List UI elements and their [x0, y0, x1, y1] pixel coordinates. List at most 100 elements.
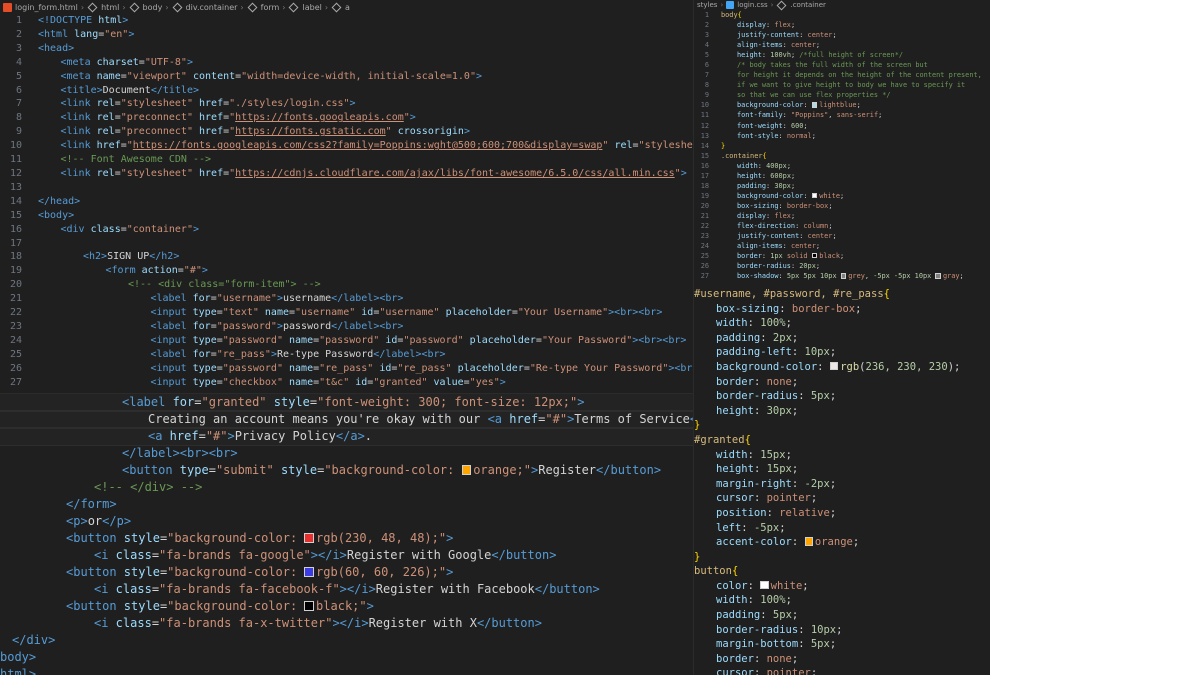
code-line[interactable]: 5 <meta name="viewport" content="width=de…	[0, 70, 693, 84]
code-line[interactable]: 13	[0, 181, 693, 195]
code-line[interactable]: body>	[0, 649, 693, 666]
code-line[interactable]: 27 box-shadow: 5px 5px 10px grey, -5px -5…	[694, 271, 990, 281]
code-line[interactable]: <label for="granted" style="font-weight:…	[0, 394, 693, 412]
code-line[interactable]: 11 font-family: "Poppins", sans-serif;	[694, 110, 990, 120]
code-line[interactable]: 6 /* body takes the full width of the scr…	[694, 60, 990, 70]
code-line[interactable]: </form>	[0, 496, 693, 513]
code-line[interactable]: 10 <link href="https://fonts.googleapis.c…	[0, 139, 693, 153]
code-line[interactable]: cursor: pointer;	[694, 491, 990, 506]
code-line[interactable]: <button type="submit" style="background-…	[0, 462, 693, 479]
breadcrumb-item[interactable]: div.container	[186, 3, 238, 12]
code-line[interactable]: left: -5px;	[694, 521, 990, 536]
html-code-bottom[interactable]: <label for="granted" style="font-weight:…	[0, 394, 693, 675]
code-line[interactable]: 8 if we want to give height to body we ha…	[694, 80, 990, 90]
css-code-top[interactable]: 1 body{2 display: flex; 3 justify-content: c…	[694, 10, 990, 281]
code-line[interactable]: 26 <input type="password" name="re_pass" …	[0, 362, 693, 376]
code-line[interactable]: 1 body{	[694, 10, 990, 20]
code-line[interactable]: height: 15px;	[694, 462, 990, 477]
breadcrumb-item[interactable]: a	[345, 3, 350, 12]
code-line[interactable]: 21 display: flex;	[694, 211, 990, 221]
code-line[interactable]: 19 <form action="#">	[0, 264, 693, 278]
code-line[interactable]: 15 .container{	[694, 151, 990, 161]
code-line[interactable]: 14}	[694, 141, 990, 151]
code-line[interactable]: 17	[0, 237, 693, 251]
color-swatch[interactable]	[811, 252, 818, 259]
code-line[interactable]: border: none;	[694, 375, 990, 390]
code-line[interactable]: 2 <html lang="en">	[0, 28, 693, 42]
breadcrumb-item[interactable]: login_form.html	[15, 3, 78, 12]
code-line[interactable]: 18 <h2>SIGN UP</h2>	[0, 250, 693, 264]
code-line[interactable]: html>	[0, 666, 693, 675]
code-line[interactable]: 20 box-sizing: border-box;	[694, 201, 990, 211]
code-line[interactable]: </label><br><br>	[0, 445, 693, 462]
code-line[interactable]: 17 height: 600px;	[694, 171, 990, 181]
code-line[interactable]: }	[694, 418, 990, 433]
code-line[interactable]: 11 <!-- Font Awesome CDN -->	[0, 153, 693, 167]
html-editor-bottom[interactable]: <label for="granted" style="font-weight:…	[0, 393, 693, 675]
code-line[interactable]: 8 <link rel="preconnect" href="https://fo…	[0, 111, 693, 125]
code-line[interactable]: 21 <label for="username">username</label>…	[0, 292, 693, 306]
code-token[interactable]: https://fonts.googleapis.com/css2?family…	[133, 140, 603, 151]
code-token[interactable]: https://fonts.gstatic.com	[235, 126, 386, 137]
code-line[interactable]: border: none;	[694, 652, 990, 667]
code-line[interactable]: 12 font-weight: 600;	[694, 121, 990, 131]
color-swatch[interactable]	[304, 601, 315, 611]
code-line[interactable]: <i class="fa-brands fa-x-twitter"></i>Re…	[0, 615, 693, 632]
code-line[interactable]: 15 <body>	[0, 209, 693, 223]
code-line[interactable]: 26 border-radius: 20px;	[694, 261, 990, 271]
code-line[interactable]: margin-bottom: 5px;	[694, 637, 990, 652]
code-line[interactable]: 6 <title>Document</title>	[0, 84, 693, 98]
code-line[interactable]: padding: 2px;	[694, 331, 990, 346]
color-swatch[interactable]	[829, 362, 839, 371]
code-line[interactable]: 3 <head>	[0, 42, 693, 56]
code-line[interactable]: width: 15px;	[694, 448, 990, 463]
code-line[interactable]: button{	[694, 564, 990, 579]
breadcrumb-item[interactable]: html	[101, 3, 119, 12]
code-line[interactable]: width: 100%;	[694, 593, 990, 608]
code-line[interactable]: 12 <link rel="stylesheet" href="https://c…	[0, 167, 693, 181]
code-line[interactable]: <p>or</p>	[0, 513, 693, 530]
code-line[interactable]: 1 <!DOCTYPE html>	[0, 14, 693, 28]
code-line[interactable]: 16 width: 400px;	[694, 161, 990, 171]
code-line[interactable]: padding: 5px;	[694, 608, 990, 623]
breadcrumb-item[interactable]: login.css	[737, 1, 767, 9]
code-line[interactable]: 25 border: 1px solid black;	[694, 251, 990, 261]
code-line[interactable]: 20 <!-- <div class="form-item"> -->	[0, 278, 693, 292]
code-line[interactable]: </div>	[0, 632, 693, 649]
code-line[interactable]: 18 padding: 30px;	[694, 181, 990, 191]
code-line[interactable]: <a href="#">Privacy Policy</a>.	[0, 427, 693, 446]
code-token[interactable]: https://fonts.googleapis.com	[235, 112, 404, 123]
code-line[interactable]: 13 font-style: normal;	[694, 131, 990, 141]
css-breadcrumb[interactable]: styles › login.css › .container	[694, 0, 990, 10]
color-swatch[interactable]	[760, 581, 769, 590]
code-line[interactable]: 19 background-color: white;	[694, 191, 990, 201]
code-line[interactable]: 22 flex-direction: column;	[694, 221, 990, 231]
code-line[interactable]: color: white;	[694, 579, 990, 594]
code-line[interactable]: 22 <input type="text" name="username" id=…	[0, 306, 693, 320]
code-line[interactable]: 9 so that we can use flex properties */	[694, 90, 990, 100]
code-line[interactable]: 2 display: flex;	[694, 20, 990, 30]
html-code-top[interactable]: 1 <!DOCTYPE html> 2 <html lang="en"> 3 <head>…	[0, 14, 693, 389]
code-line[interactable]: box-sizing: border-box;	[694, 302, 990, 317]
code-token[interactable]: https://cdnjs.cloudflare.com/ajax/libs/f…	[235, 168, 675, 179]
code-line[interactable]: 3 justify-content: center;	[694, 30, 990, 40]
code-line[interactable]: 25 <label for="re_pass">Re-type Password<…	[0, 348, 693, 362]
code-line[interactable]: 7 <link rel="stylesheet" href="./styles/l…	[0, 97, 693, 111]
code-line[interactable]: <i class="fa-brands fa-facebook-f"></i>R…	[0, 581, 693, 598]
code-line[interactable]: <button style="background-color: rgb(60,…	[0, 564, 693, 581]
color-swatch[interactable]	[811, 102, 818, 108]
color-swatch[interactable]	[304, 533, 315, 543]
code-line[interactable]: <button style="background-color: rgb(230…	[0, 530, 693, 547]
code-line[interactable]: 4 align-items: center;	[694, 40, 990, 50]
code-line[interactable]: margin-right: -2px;	[694, 477, 990, 492]
code-line[interactable]: Creating an account means you're okay wi…	[0, 410, 693, 429]
code-line[interactable]: 23 justify-content: center;	[694, 231, 990, 241]
code-line[interactable]: border-radius: 5px;	[694, 389, 990, 404]
code-line[interactable]: 10 background-color: lightblue;	[694, 100, 990, 110]
code-line[interactable]: position: relative;	[694, 506, 990, 521]
breadcrumb-item[interactable]: .container	[790, 1, 825, 9]
color-swatch[interactable]	[811, 192, 818, 199]
code-line[interactable]: 24 <input type="password" name="password"…	[0, 334, 693, 348]
color-swatch[interactable]	[840, 273, 847, 279]
html-editor-top[interactable]: login_form.html › html › body › div.container ›…	[0, 0, 693, 393]
